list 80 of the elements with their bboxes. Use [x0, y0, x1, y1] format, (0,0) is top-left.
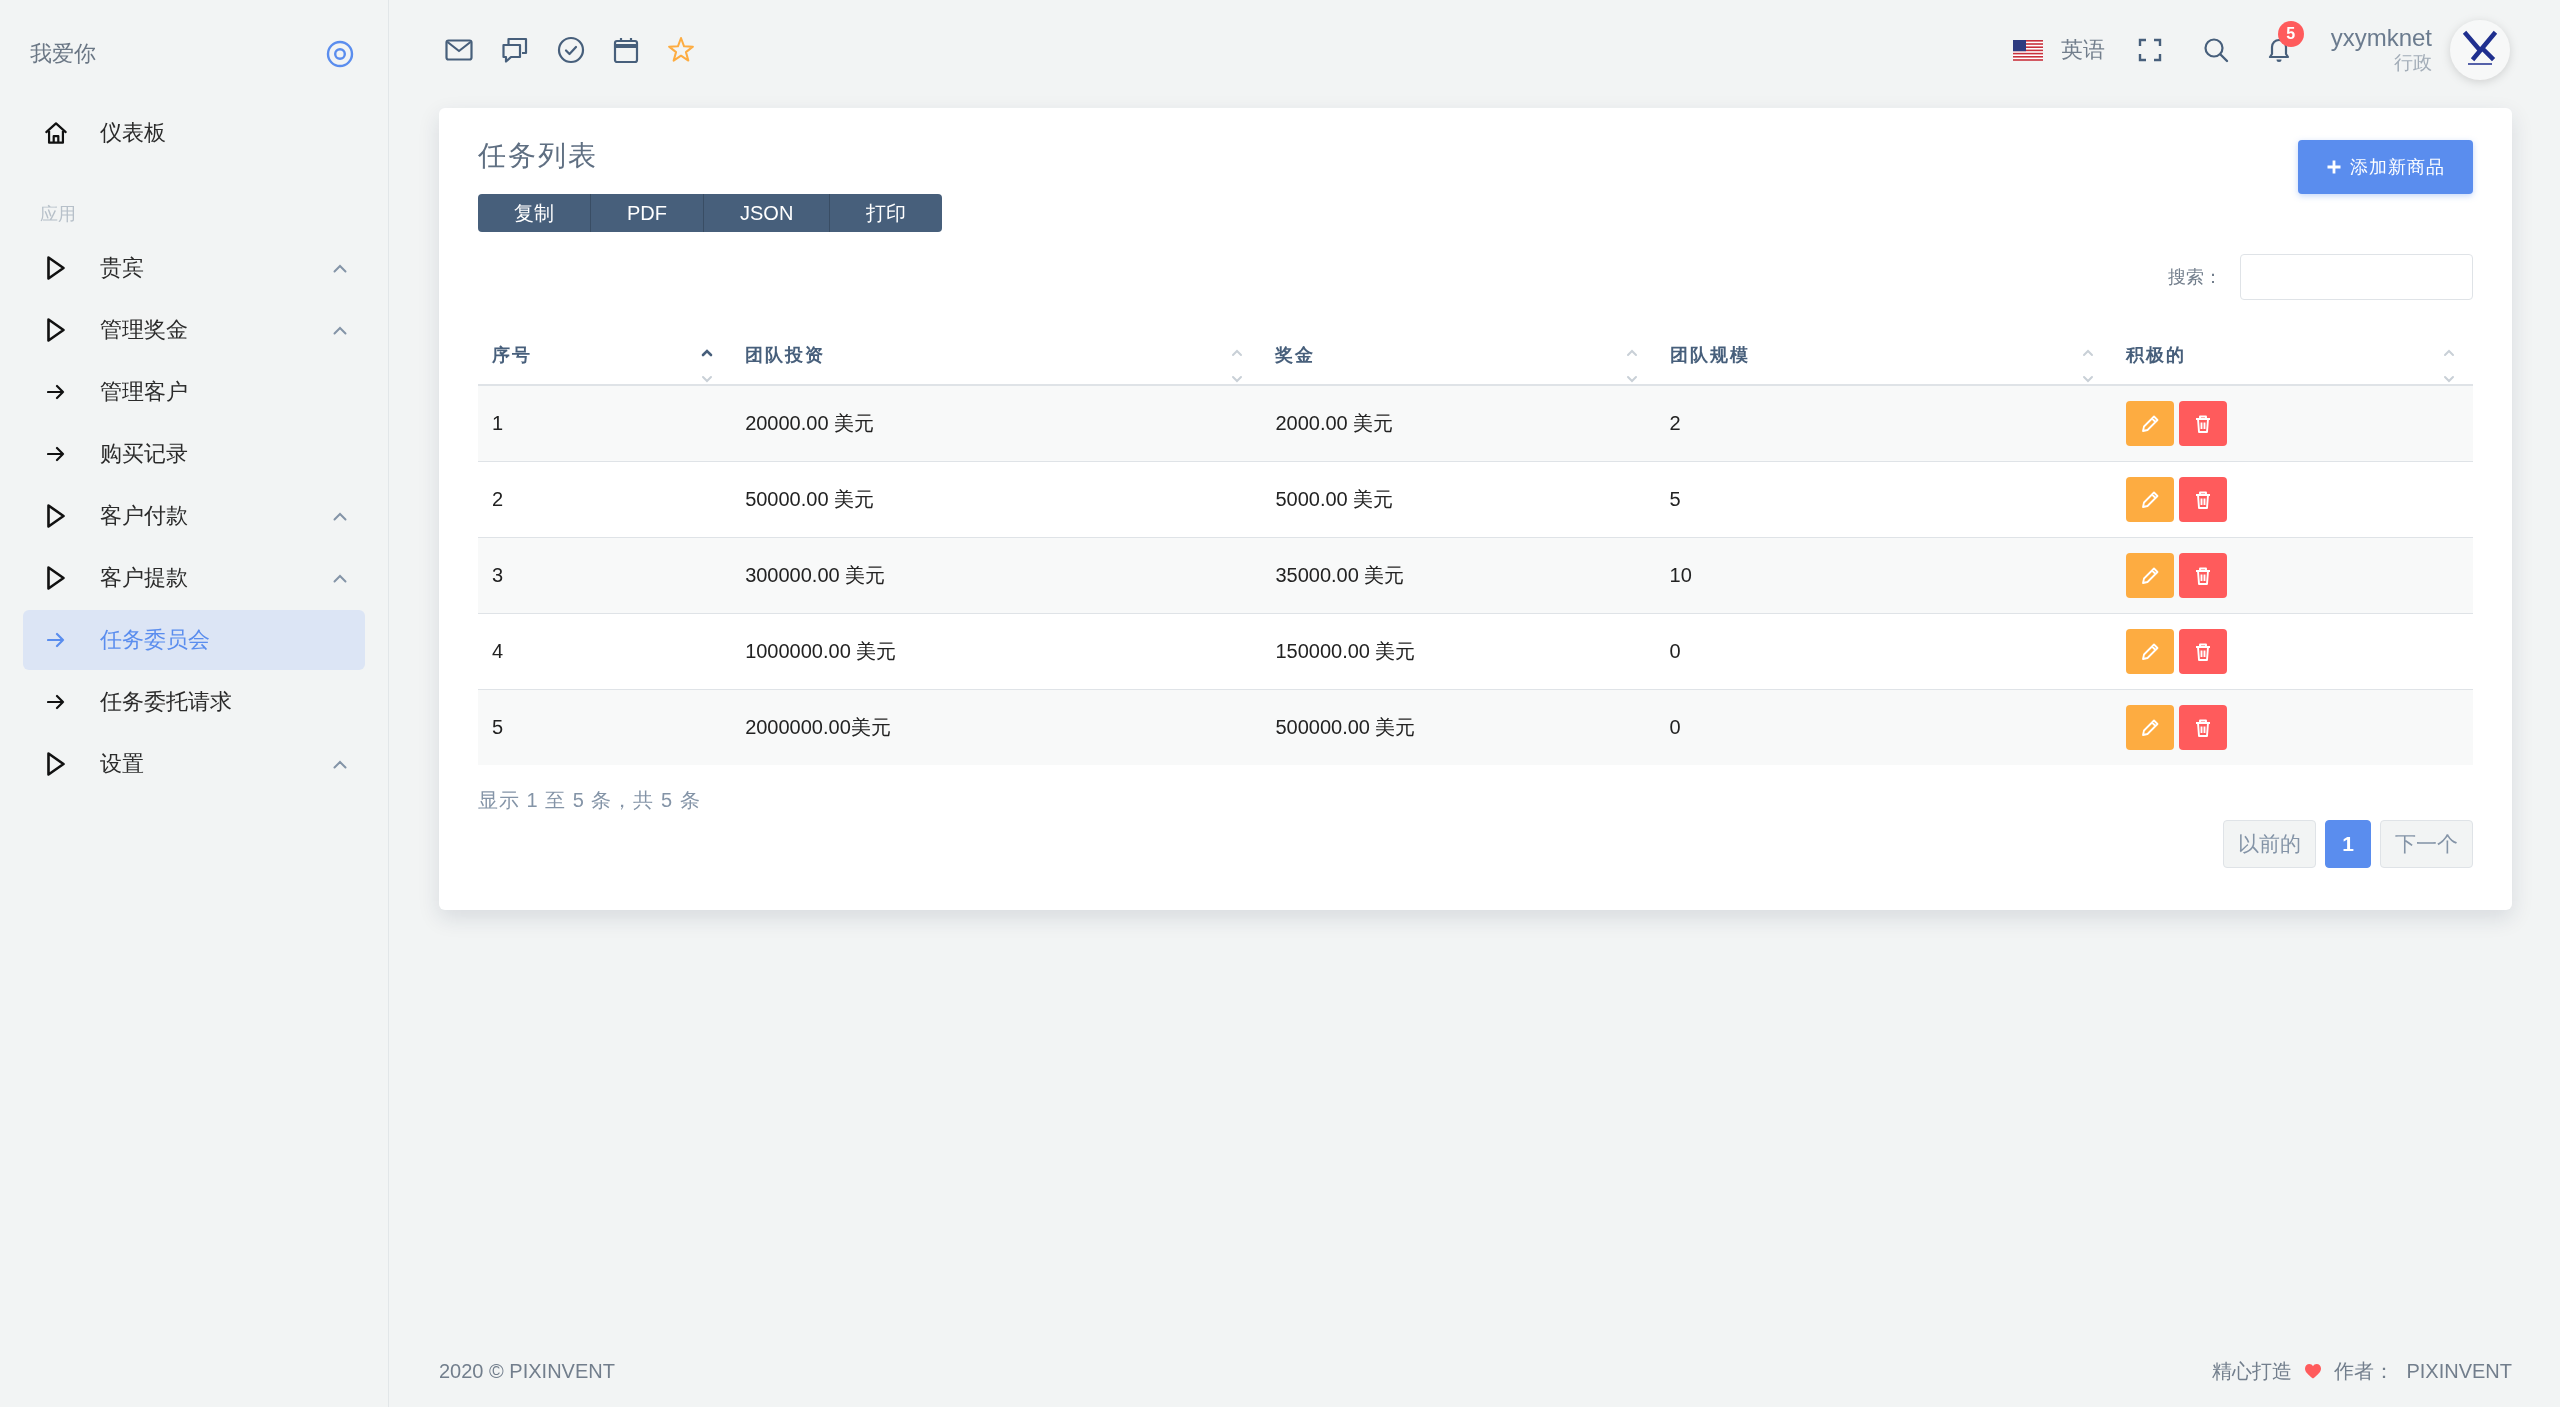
mail-icon[interactable] — [445, 39, 473, 61]
chevron-up-icon — [333, 759, 347, 769]
chevron-up-icon — [333, 573, 347, 583]
chevron-up-icon — [333, 511, 347, 521]
triangle-icon — [46, 751, 66, 777]
pencil-icon — [2139, 489, 2160, 510]
brand-name: 我爱你 — [30, 40, 96, 68]
delete-button[interactable] — [2178, 553, 2227, 598]
delete-button[interactable] — [2178, 477, 2227, 522]
table-cell: 1 — [478, 385, 732, 462]
check-circle-icon[interactable] — [557, 36, 585, 64]
table-cell: 300000.00 美元 — [731, 537, 1262, 614]
delete-button[interactable] — [2178, 705, 2227, 750]
copyright-text: 2020 © PIXINVENT — [439, 1359, 615, 1383]
sidebar-item[interactable]: 管理客户 — [23, 362, 365, 422]
edit-button[interactable] — [2125, 401, 2174, 446]
heart-icon — [2304, 1363, 2323, 1379]
sidebar-item[interactable]: 任务委托请求 — [23, 672, 365, 732]
search-label: 搜索： — [2168, 266, 2222, 289]
triangle-icon — [46, 317, 66, 343]
calendar-icon[interactable] — [613, 36, 639, 64]
table-cell: 0 — [1655, 689, 2112, 765]
table-info: 显示 1 至 5 条，共 5 条 — [478, 788, 701, 813]
chevron-up-icon — [333, 325, 347, 335]
arrow-right-icon — [47, 384, 65, 400]
sidebar-item[interactable]: 贵宾 — [23, 238, 365, 298]
table-cell: 10 — [1655, 537, 2112, 614]
star-icon[interactable] — [667, 36, 695, 64]
export-button[interactable]: PDF — [590, 194, 703, 232]
table-cell: 2 — [1655, 385, 2112, 462]
author-label: 作者： — [2334, 1358, 2395, 1384]
edit-button[interactable] — [2125, 477, 2174, 522]
sidebar-item[interactable]: 客户付款 — [23, 486, 365, 546]
footer-text: 精心打造 — [2212, 1358, 2293, 1384]
edit-button[interactable] — [2125, 629, 2174, 674]
language-selector[interactable]: 英语 — [2012, 35, 2105, 65]
table-cell: 2000.00 美元 — [1261, 385, 1656, 462]
flag-icon — [2012, 39, 2043, 61]
pencil-icon — [2139, 641, 2160, 662]
table-cell: 5 — [478, 689, 732, 765]
table-cell: 35000.00 美元 — [1261, 537, 1656, 614]
triangle-icon — [46, 255, 66, 281]
pencil-icon — [2139, 717, 2160, 738]
chevron-up-icon — [333, 263, 347, 273]
fullscreen-icon[interactable] — [2137, 38, 2162, 62]
table-cell: 3 — [478, 537, 732, 614]
home-icon — [44, 120, 68, 146]
arrow-right-icon — [47, 632, 65, 648]
search-field[interactable] — [2240, 254, 2473, 300]
triangle-icon — [46, 503, 66, 529]
table-cell: 2000000.00美元 — [731, 689, 1262, 765]
user-role: 行政 — [2394, 51, 2432, 75]
chat-icon[interactable] — [501, 36, 529, 64]
edit-button[interactable] — [2125, 553, 2174, 598]
circle-dot-icon[interactable] — [326, 40, 354, 68]
arrow-right-icon — [47, 446, 65, 462]
card-title: 任务列表 — [478, 139, 598, 173]
sidebar-item[interactable]: 设置 — [23, 734, 365, 794]
pencil-icon — [2139, 565, 2160, 586]
export-button[interactable]: JSON — [703, 194, 830, 232]
sidebar-item[interactable]: 仪表板 — [23, 103, 365, 163]
export-button[interactable]: 复制 — [478, 194, 590, 232]
notification-badge: 5 — [2277, 21, 2304, 47]
table-cell: 500000.00 美元 — [1261, 689, 1656, 765]
search-icon[interactable] — [2202, 37, 2229, 63]
sidebar-item[interactable]: 购买记录 — [23, 424, 365, 484]
user-name: yxymknet — [2330, 25, 2432, 51]
plus-icon — [2326, 159, 2342, 175]
triangle-icon — [46, 565, 66, 591]
sidebar-item[interactable]: 管理奖金 — [23, 300, 365, 360]
sidebar-item[interactable]: 客户提款 — [23, 548, 365, 608]
arrow-right-icon — [47, 694, 65, 710]
edit-button[interactable] — [2125, 705, 2174, 750]
export-button[interactable]: 打印 — [829, 194, 943, 232]
pencil-icon — [2139, 413, 2160, 434]
author-name: PIXINVENT — [2406, 1359, 2512, 1383]
table-cell: 20000.00 美元 — [731, 385, 1262, 462]
delete-button[interactable] — [2178, 401, 2227, 446]
delete-button[interactable] — [2178, 629, 2227, 674]
section-label: 应用 — [40, 203, 76, 226]
